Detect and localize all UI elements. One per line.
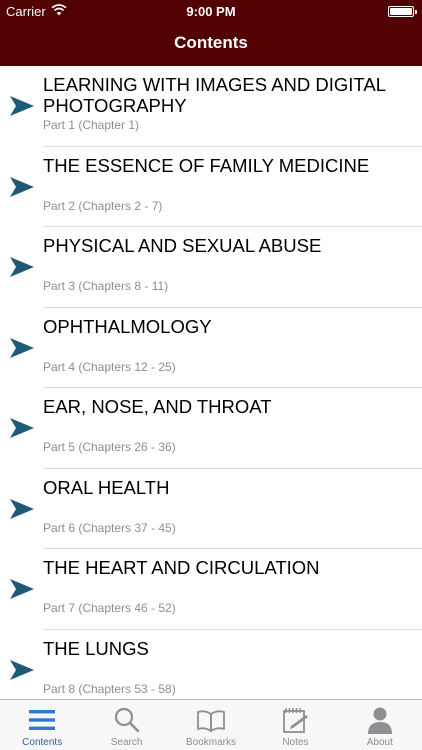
chevron-right-icon bbox=[10, 418, 34, 438]
list-item-title: ORAL HEALTH bbox=[43, 476, 170, 498]
chevron-right-icon bbox=[10, 257, 34, 277]
list-item[interactable]: LEARNING WITH IMAGES AND DIGITAL PHOTOGR… bbox=[0, 66, 422, 147]
tab-bar: Contents Search Bookmarks Notes About bbox=[0, 699, 422, 750]
list-item-title: THE HEART AND CIRCULATION bbox=[43, 557, 320, 578]
tab-label: Bookmarks bbox=[185, 737, 236, 748]
chevron-right-icon bbox=[10, 498, 34, 519]
nav-bar: Carrier 9:00 PM Contents bbox=[0, 0, 422, 66]
chevron-right-icon bbox=[10, 337, 34, 358]
person-icon bbox=[367, 707, 392, 734]
list-item-subtitle: Part 2 (Chapters 2 - 7) bbox=[43, 198, 163, 213]
list-item[interactable]: THE HEART AND CIRCULATION Part 7 (Chapte… bbox=[0, 549, 422, 630]
status-bar: Carrier 9:00 PM bbox=[0, 0, 422, 22]
tab-contents[interactable]: Contents bbox=[0, 700, 84, 750]
tab-label: Search bbox=[110, 737, 143, 748]
list-item[interactable]: ORAL HEALTH Part 6 (Chapters 37 - 45) bbox=[0, 469, 422, 549]
tab-about[interactable]: About bbox=[338, 700, 422, 750]
list-item-title: EAR, NOSE, AND THROAT bbox=[43, 396, 272, 417]
book-icon bbox=[197, 710, 225, 732]
list-item-title: LEARNING WITH IMAGES AND DIGITAL PHOTOGR… bbox=[43, 74, 386, 116]
list-item[interactable]: THE ESSENCE OF FAMILY MEDICINE Part 2 (C… bbox=[0, 147, 422, 227]
list-item-title: PHYSICAL AND SEXUAL ABUSE bbox=[43, 235, 322, 256]
list-item-subtitle: Part 3 (Chapters 8 - 11) bbox=[43, 279, 169, 293]
chevron-right-icon bbox=[10, 579, 34, 599]
list-item-title: THE ESSENCE OF FAMILY MEDICINE bbox=[43, 154, 370, 176]
page-title: Contents bbox=[174, 33, 248, 52]
battery-icon bbox=[388, 6, 417, 17]
status-time: 9:00 PM bbox=[186, 4, 236, 19]
tab-label: About bbox=[366, 737, 393, 748]
list-icon bbox=[29, 710, 56, 730]
tab-notes[interactable]: Notes bbox=[253, 700, 337, 750]
list-item-subtitle: Part 7 (Chapters 46 - 52) bbox=[43, 601, 176, 615]
list-item[interactable]: EAR, NOSE, AND THROAT Part 5 (Chapters 2… bbox=[0, 388, 422, 469]
list-item-title: THE LUNGS bbox=[43, 637, 149, 659]
contents-list: LEARNING WITH IMAGES AND DIGITAL PHOTOGR… bbox=[0, 66, 422, 699]
list-item-subtitle: Part 6 (Chapters 37 - 45) bbox=[43, 520, 176, 535]
list-item-subtitle: Part 4 (Chapters 12 - 25) bbox=[43, 359, 176, 374]
search-icon bbox=[114, 707, 139, 733]
list-item-subtitle: Part 8 (Chapters 53 - 58) bbox=[43, 681, 176, 696]
tab-label: Contents bbox=[22, 737, 63, 748]
chevron-right-icon bbox=[10, 659, 34, 680]
list-item[interactable]: OPHTHALMOLOGY Part 4 (Chapters 12 - 25) bbox=[0, 308, 422, 388]
notepad-icon bbox=[283, 708, 309, 733]
chevron-right-icon bbox=[10, 96, 34, 116]
tab-search[interactable]: Search bbox=[84, 700, 168, 750]
list-item-title: OPHTHALMOLOGY bbox=[43, 315, 212, 337]
list-item-subtitle: Part 1 (Chapter 1) bbox=[43, 118, 140, 132]
list-item[interactable]: PHYSICAL AND SEXUAL ABUSE Part 3 (Chapte… bbox=[0, 227, 422, 308]
tab-bookmarks[interactable]: Bookmarks bbox=[169, 700, 253, 750]
list-item[interactable]: THE LUNGS Part 8 (Chapters 53 - 58) bbox=[0, 630, 422, 700]
tab-label: Notes bbox=[282, 737, 309, 748]
list-item-subtitle: Part 5 (Chapters 26 - 36) bbox=[43, 440, 176, 454]
chevron-right-icon bbox=[10, 176, 34, 197]
